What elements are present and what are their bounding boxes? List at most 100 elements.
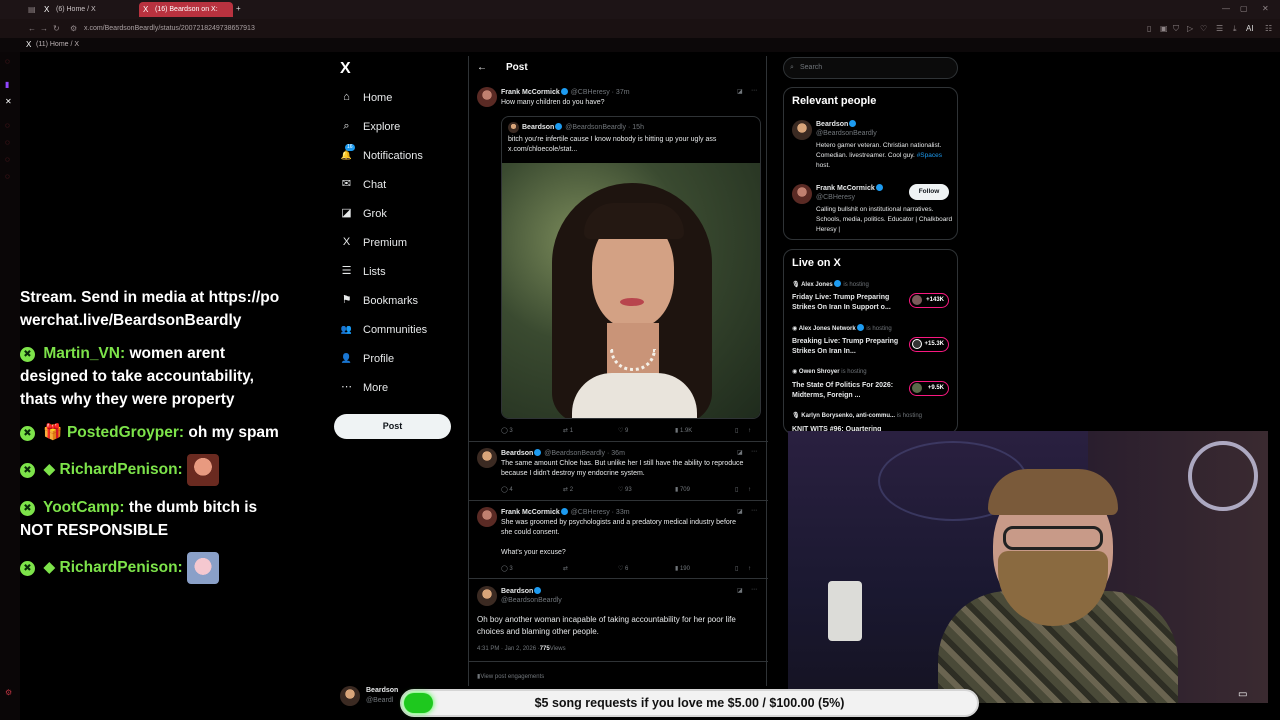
repost-button[interactable]: ⇄ [563, 565, 618, 572]
grok-icon[interactable]: ◪ [737, 88, 743, 95]
back-arrow-icon[interactable]: ← [477, 62, 487, 73]
live-host[interactable]: ◉ Owen Shroyer is hosting [792, 368, 867, 375]
more-icon[interactable]: ⋯ [751, 507, 757, 514]
bookmark-button[interactable]: ▯ [735, 486, 748, 493]
avatar[interactable] [477, 448, 497, 468]
reload-icon[interactable]: ↻ [53, 24, 60, 34]
nav-profile[interactable]: 👤 Profile [340, 349, 394, 369]
bookmark-button[interactable]: ▯ [735, 565, 748, 572]
post-author-name[interactable]: Beardson [501, 587, 542, 595]
nav-bookmarks[interactable]: ⚑ Bookmarks [340, 291, 418, 311]
quoted-tweet[interactable]: Beardson @BeardsonBeardly · 15h bitch yo… [501, 116, 761, 419]
view-engagements-link[interactable]: ▮ View post engagements [477, 673, 544, 680]
share-button[interactable]: ↑ [748, 487, 751, 493]
live-host[interactable]: 🎙 Alex Jones is hosting [792, 280, 869, 288]
grok-icon[interactable]: ◪ [737, 587, 743, 594]
menu-lines-icon[interactable]: ☰ [1216, 24, 1223, 34]
minimize-icon[interactable]: — [1222, 4, 1230, 14]
live-listeners[interactable]: +15.3K [909, 337, 949, 352]
nav-notifications[interactable]: 🔔 16 Notifications [340, 144, 423, 166]
close-icon[interactable]: ✕ [1262, 4, 1269, 14]
maximize-icon[interactable]: ▢ [1240, 4, 1248, 14]
post-button[interactable]: Post [334, 414, 451, 439]
ai-button[interactable]: AI [1246, 24, 1254, 34]
nav-communities[interactable]: 👥 Communities [340, 320, 427, 340]
live-host[interactable]: ◉ Alex Jones Network is hosting [792, 324, 892, 332]
tweet-author[interactable]: Frank McCormick @CBHeresy · 37m [501, 88, 630, 96]
sidebar-icon[interactable]: ◌ [5, 138, 10, 147]
share-button[interactable]: ↑ [748, 566, 751, 572]
bookmark-home[interactable]: (11) Home / X [36, 41, 79, 48]
repost-button[interactable]: ⇄ 2 [563, 486, 618, 493]
tab-home[interactable]: X (6) Home / X [40, 2, 136, 17]
heart-icon[interactable]: ♡ [1200, 24, 1207, 34]
live-title[interactable]: Friday Live: Trump Preparing Strikes On … [792, 293, 902, 313]
follow-button[interactable]: Follow [909, 184, 949, 200]
account-switcher[interactable]: Beardson @Beardl [340, 686, 398, 710]
sidebar-icon[interactable]: ◌ [5, 155, 10, 164]
bookmark-button[interactable]: ▯ [735, 427, 748, 434]
views-button[interactable]: ▮ 190 [675, 565, 735, 572]
repost-button[interactable]: ⇄ 1 [563, 427, 618, 434]
shield-icon[interactable]: ⛉ [1173, 24, 1179, 34]
avatar[interactable] [792, 184, 812, 204]
nav-home[interactable]: ⌂ Home [340, 88, 392, 108]
grok-icon[interactable]: ◪ [737, 449, 743, 456]
like-button[interactable]: ♡ 93 [618, 486, 675, 493]
more-icon[interactable]: ⋯ [751, 448, 757, 455]
nav-premium[interactable]: X Premium [340, 233, 407, 253]
like-button[interactable]: ♡ 9 [618, 427, 675, 434]
avatar[interactable] [792, 120, 812, 140]
twitch-icon[interactable]: ▮ [5, 80, 9, 89]
reply-button[interactable]: ◯ 3 [501, 427, 563, 434]
x-logo[interactable]: X [340, 60, 351, 78]
forward-icon[interactable]: → [40, 24, 48, 34]
like-button[interactable]: ♡ 6 [618, 565, 675, 572]
tab-list-icon[interactable]: ▤ [28, 5, 36, 15]
views-button[interactable]: ▮ 1.9K [675, 427, 735, 434]
download-icon[interactable]: ⤓ [1233, 24, 1237, 34]
live-listeners[interactable]: +143K [909, 293, 949, 308]
avatar[interactable] [477, 87, 497, 107]
nav-lists[interactable]: ☰ Lists [340, 262, 386, 282]
fullscreen-icon[interactable]: ▭ [1238, 689, 1247, 700]
more-icon[interactable]: ⋯ [751, 87, 757, 94]
more-icon[interactable]: ⋯ [751, 586, 757, 593]
nav-grok[interactable]: ◪ Grok [340, 204, 387, 224]
hashtag-link[interactable]: #Spaces [917, 152, 942, 159]
screenshot-icon[interactable]: ▣ [1160, 24, 1168, 34]
url-input[interactable]: ⚙ x.com/BeardsonBeardly/status/200721824… [66, 22, 1146, 36]
nav-explore[interactable]: ⌕ Explore [340, 117, 400, 137]
post-author-handle[interactable]: @BeardsonBeardly [501, 597, 562, 604]
search-input[interactable]: ⌕ Search [783, 57, 958, 79]
extensions-icon[interactable]: ☷ [1265, 24, 1272, 34]
live-title[interactable]: The State Of Politics For 2026: Midterms… [792, 381, 902, 401]
x-icon[interactable]: ✕ [5, 97, 12, 106]
quote-photo[interactable] [502, 163, 760, 418]
views-button[interactable]: ▮ 709 [675, 486, 735, 493]
site-info-icon[interactable]: ⚙ [70, 24, 77, 34]
tab-post[interactable]: X (16) Beardson on X: "@CB [139, 2, 233, 28]
avatar[interactable] [477, 586, 497, 606]
tweet-author[interactable]: Frank McCormick @CBHeresy · 33m [501, 508, 630, 516]
reply-button[interactable]: ◯ 4 [501, 486, 563, 493]
live-title[interactable]: Breaking Live: Trump Preparing Strikes O… [792, 337, 902, 357]
avatar[interactable] [477, 507, 497, 527]
nav-chat[interactable]: ✉ Chat [340, 175, 386, 195]
sidebar-icon[interactable]: ◌ [5, 57, 10, 66]
bookmark-icon[interactable]: ▯ [1147, 24, 1151, 34]
person-name[interactable]: Beardson [816, 120, 857, 128]
nav-more[interactable]: ⋯ More [340, 378, 388, 398]
live-host[interactable]: 🎙 Karlyn Borysenko, anti-commu... is hos… [792, 412, 922, 419]
live-listeners[interactable]: +9.5K [909, 381, 949, 396]
share-button[interactable]: ↑ [748, 428, 751, 434]
sidebar-icon[interactable]: ◌ [5, 172, 10, 181]
back-icon[interactable]: ← [28, 24, 36, 34]
person-name[interactable]: Frank McCormick [816, 184, 884, 192]
grok-icon[interactable]: ◪ [737, 508, 743, 515]
sidebar-icon[interactable]: ◌ [5, 121, 10, 130]
play-icon[interactable]: ▷ [1187, 24, 1193, 34]
sidebar-settings-icon[interactable]: ⚙ [5, 688, 12, 697]
new-tab-button[interactable]: + [236, 4, 241, 14]
tweet-author[interactable]: Beardson @BeardsonBeardly · 36m [501, 449, 625, 457]
